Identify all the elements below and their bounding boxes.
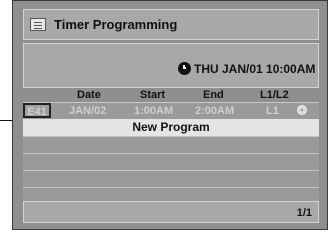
list-icon [30, 18, 46, 31]
new-program-button[interactable]: New Program [23, 119, 319, 136]
empty-row [23, 136, 319, 153]
column-start: Start [140, 89, 166, 101]
empty-row [23, 153, 319, 170]
clock-bar: THU JAN/01 10:00AM [23, 43, 319, 88]
column-date: Date [77, 89, 101, 101]
empty-row [23, 170, 319, 187]
timer-programming-screen: Timer Programming THU JAN/01 10:00AM Dat… [12, 0, 328, 230]
error-code-badge: E41 [23, 103, 51, 118]
column-end: End [203, 89, 224, 101]
page-indicator: 1/1 [296, 207, 312, 219]
clock-icon [178, 62, 191, 75]
page-title: Timer Programming [54, 17, 178, 32]
program-end: 2:00AM [195, 105, 235, 117]
program-date: JAN/02 [69, 105, 107, 117]
table-row[interactable]: E41 JAN/02 1:00AM 2:00AM L1 [23, 102, 319, 119]
disc-icon [297, 105, 307, 115]
program-start: 1:00AM [134, 105, 174, 117]
column-l1-l2: L1/L2 [260, 89, 289, 101]
footer-bar: 1/1 [23, 201, 319, 223]
table-header: Date Start End L1/L2 [23, 89, 319, 102]
program-input: L1 [266, 105, 279, 117]
current-time: THU JAN/01 10:00AM [194, 62, 316, 76]
title-bar: Timer Programming [23, 9, 319, 40]
